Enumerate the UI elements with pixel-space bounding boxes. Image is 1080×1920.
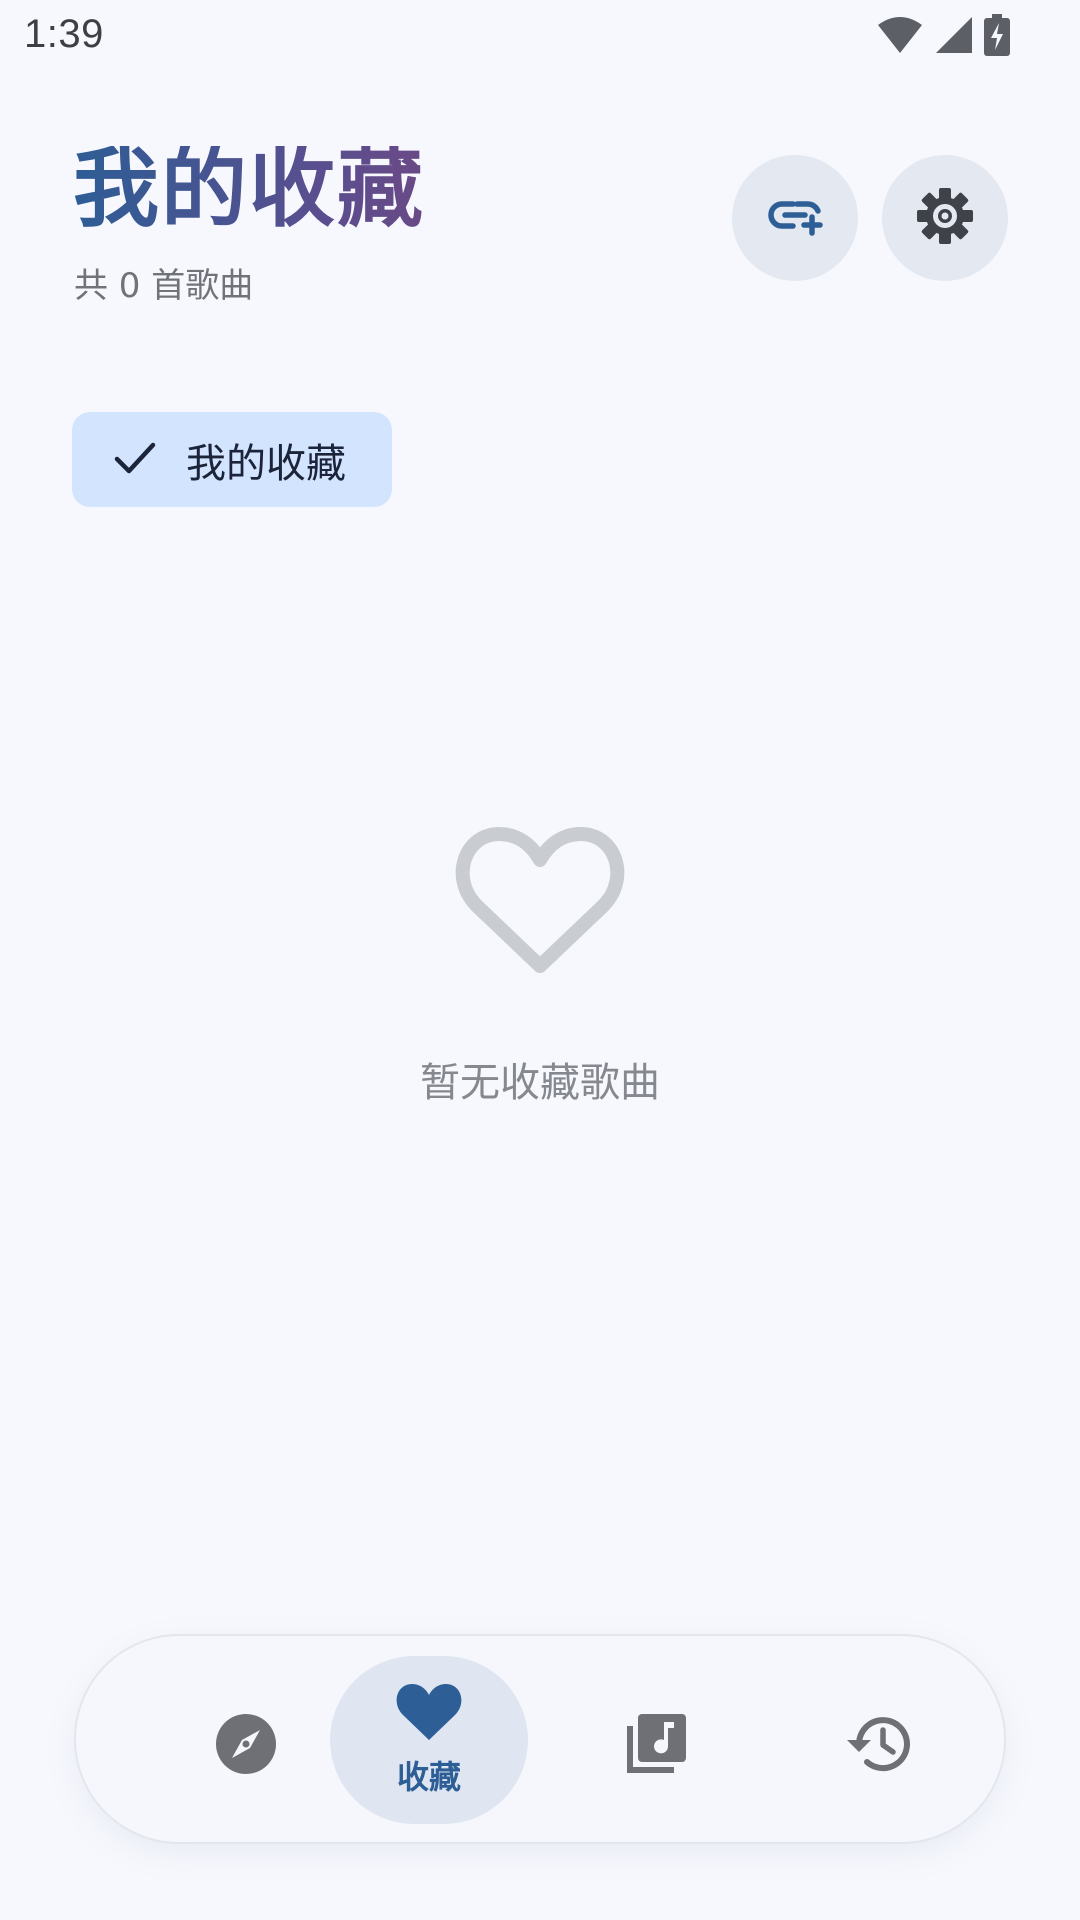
status-bar: 1:39: [0, 0, 1080, 72]
battery-charging-icon: [984, 14, 1010, 56]
history-icon: [845, 1712, 911, 1780]
chip-label: 我的收藏: [186, 440, 346, 487]
nav-discover[interactable]: [206, 1706, 286, 1786]
cellular-signal-icon: [934, 15, 974, 55]
music-library-icon: [624, 1712, 688, 1780]
gear-icon: [913, 184, 977, 252]
nav-favorites-label: 收藏: [396, 1758, 461, 1796]
nav-history[interactable]: [838, 1706, 918, 1786]
check-icon: [112, 435, 158, 485]
page-title: 我的收藏: [73, 139, 425, 239]
nav-favorites[interactable]: 收藏: [330, 1656, 528, 1824]
link-add-icon: [763, 184, 827, 252]
compass-icon: [214, 1712, 278, 1780]
status-time: 1:39: [24, 12, 104, 56]
bottom-navigation: 收藏: [74, 1634, 1006, 1844]
empty-state-text: 暂无收藏歌曲: [420, 1060, 660, 1106]
add-link-button[interactable]: [732, 155, 858, 281]
song-count: 共 0 首歌曲: [74, 266, 254, 306]
settings-button[interactable]: [882, 155, 1008, 281]
playlist-chip-favorites[interactable]: 我的收藏: [72, 412, 392, 507]
heart-icon: [395, 1682, 463, 1746]
status-icons: [876, 14, 1010, 56]
heart-outline-icon: [455, 820, 625, 980]
nav-library[interactable]: [616, 1706, 696, 1786]
wifi-icon: [876, 15, 924, 55]
